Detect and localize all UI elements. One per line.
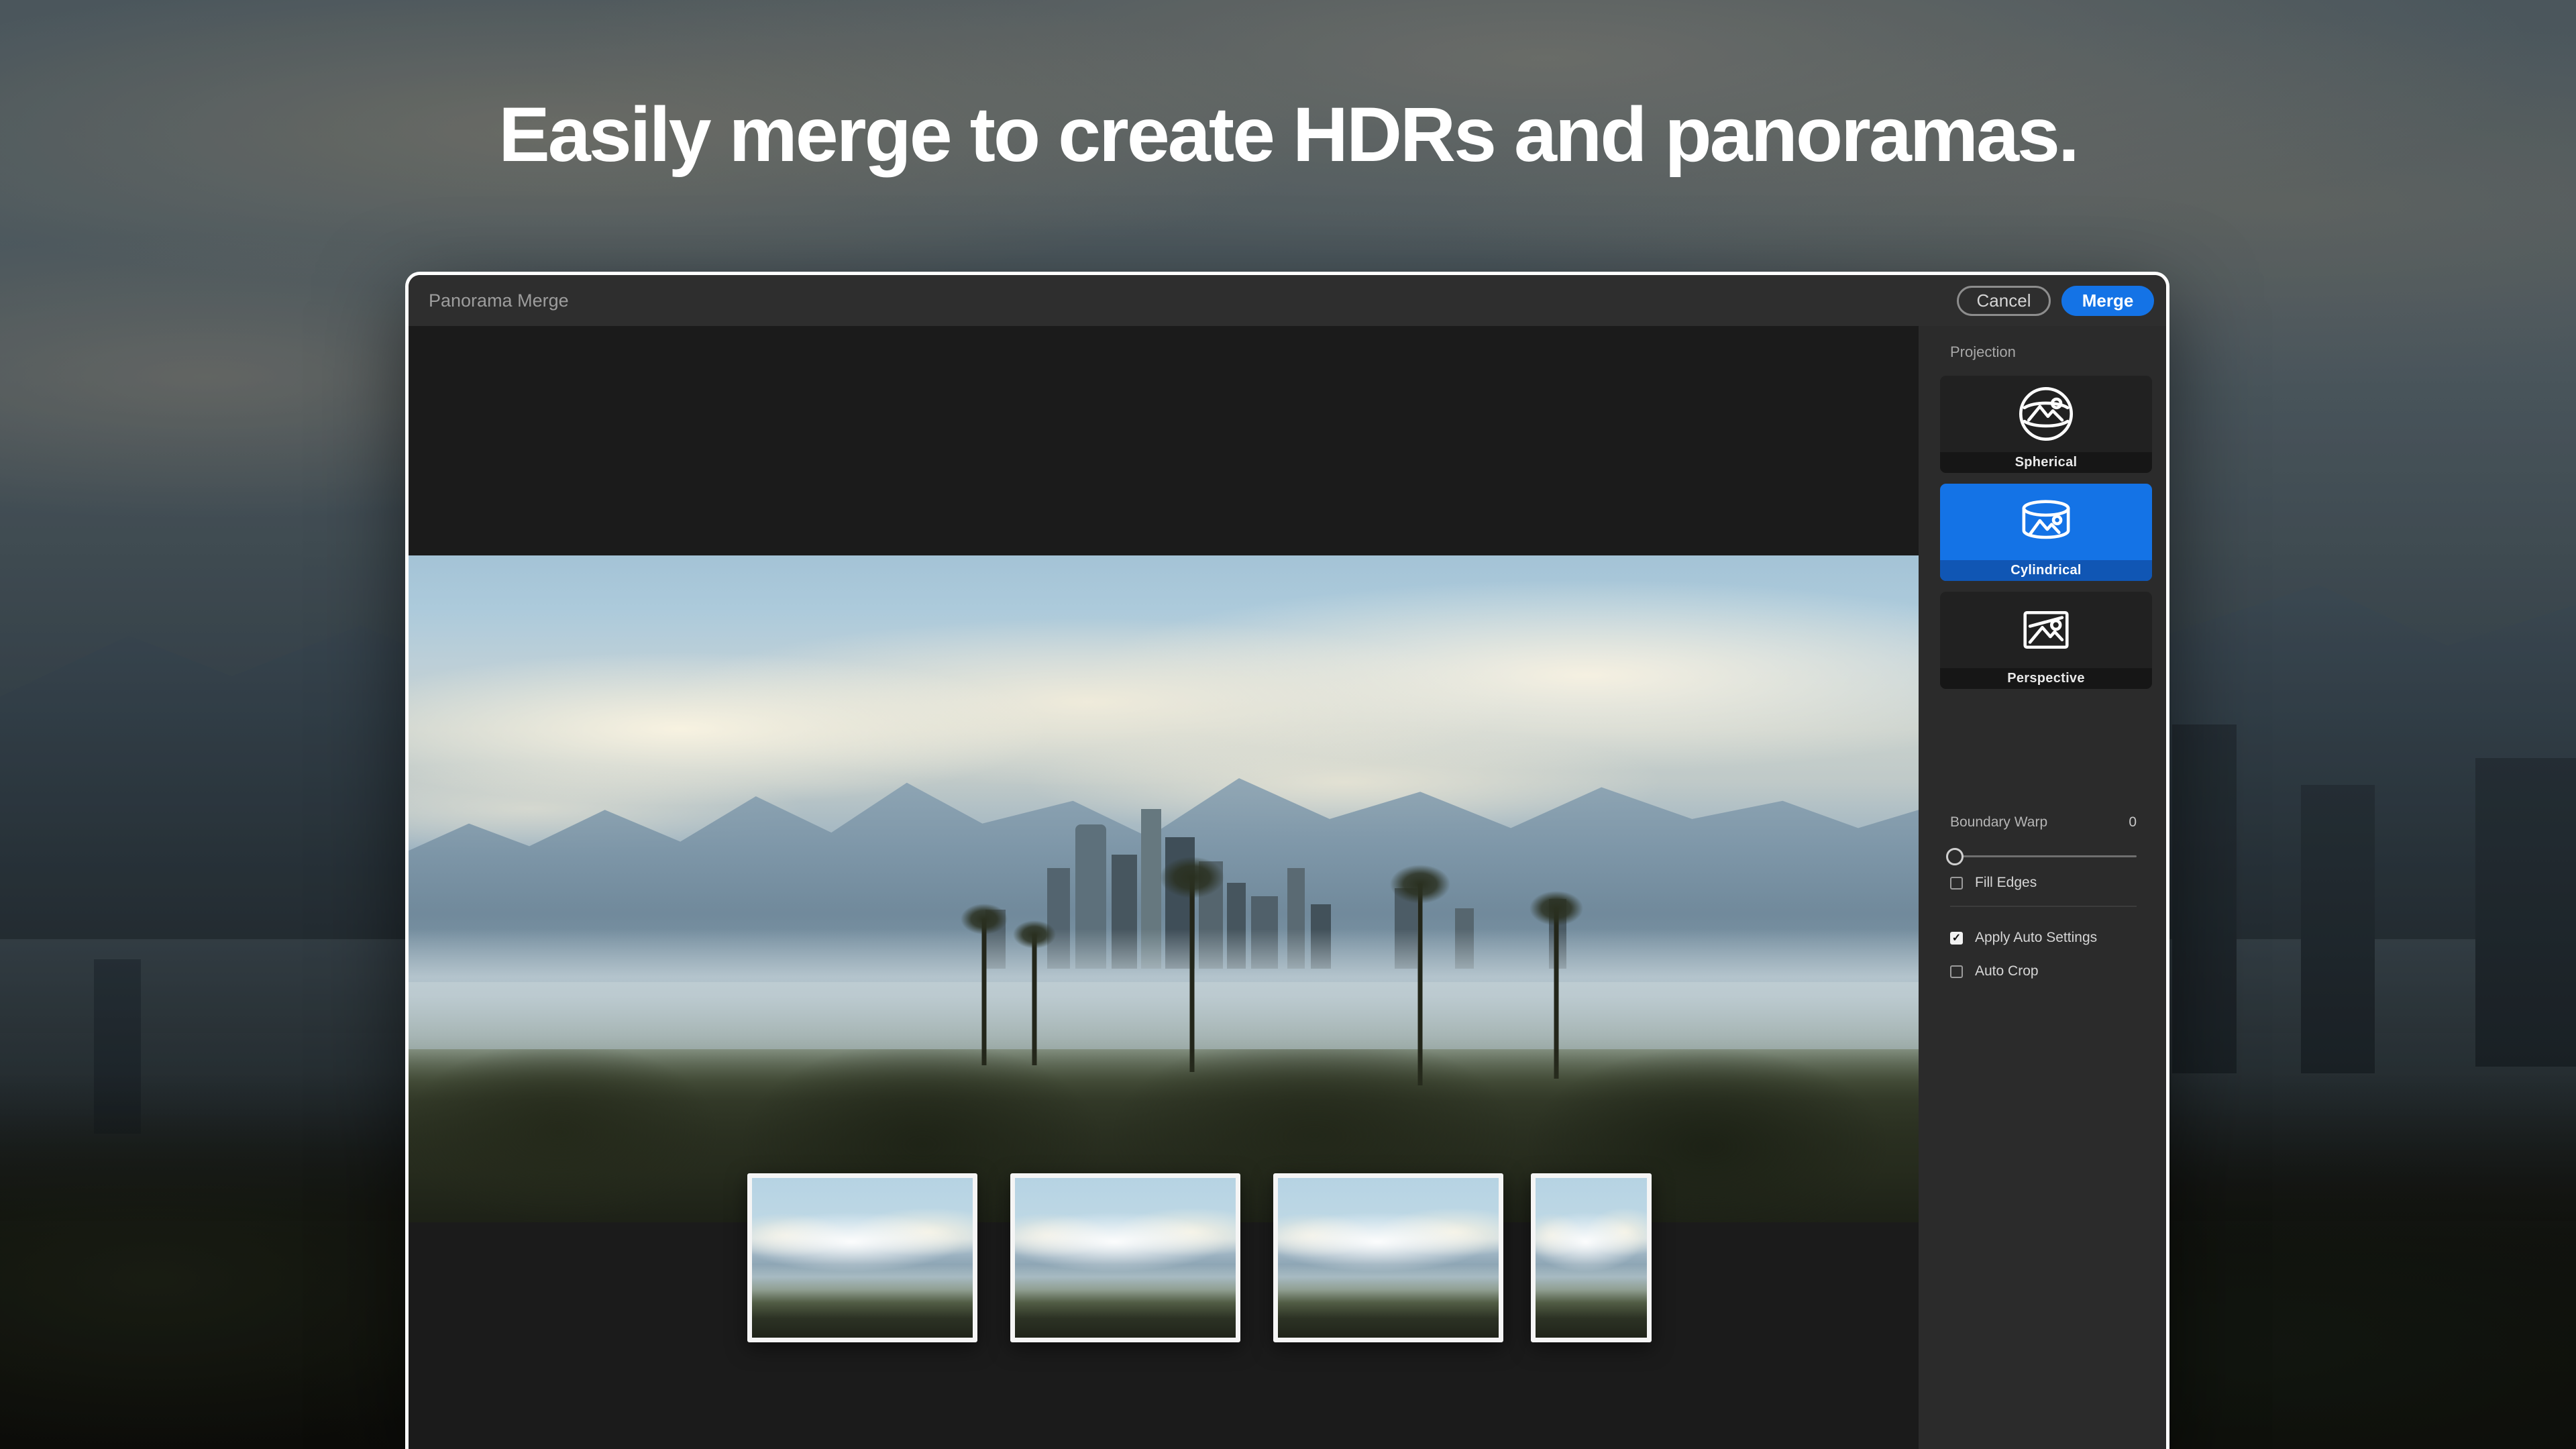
checkbox-label: Auto Crop <box>1975 963 2039 979</box>
projection-options: Spherical Cylindrical <box>1940 376 2152 689</box>
palm-tree <box>964 904 1004 1065</box>
perspective-projection-icon <box>1940 592 2152 668</box>
projection-option-label: Perspective <box>1940 668 2152 689</box>
preview-haze <box>409 929 1919 1049</box>
source-thumbnail-2-image <box>1015 1178 1236 1338</box>
apply-auto-settings-checkbox[interactable]: ✓ Apply Auto Settings <box>1950 930 2097 946</box>
dialog-title: Panorama Merge <box>429 290 569 311</box>
source-thumbnail-3-image <box>1278 1178 1499 1338</box>
merge-button[interactable]: Merge <box>2061 286 2154 316</box>
projection-option-label: Spherical <box>1940 452 2152 473</box>
projection-option-perspective[interactable]: Perspective <box>1940 592 2152 689</box>
spherical-projection-icon <box>1940 376 2152 452</box>
checkbox-box[interactable]: ✓ <box>1950 932 1963 945</box>
boundary-warp-row: Boundary Warp 0 <box>1950 814 2137 830</box>
fill-edges-checkbox[interactable]: ✓ Fill Edges <box>1950 875 2037 891</box>
page-headline: Easily merge to create HDRs and panorama… <box>0 93 2576 178</box>
source-thumbnail-4[interactable] <box>1531 1173 1652 1342</box>
preview-canvas <box>409 326 1919 1449</box>
settings-panel: Projection Spherical <box>1919 326 2166 1449</box>
cylindrical-projection-icon <box>1940 484 2152 560</box>
boundary-warp-slider[interactable] <box>1950 848 2137 865</box>
boundary-warp-value: 0 <box>2129 814 2137 830</box>
checkbox-label: Apply Auto Settings <box>1975 930 2097 946</box>
palm-tree <box>1016 921 1053 1065</box>
projection-option-cylindrical[interactable]: Cylindrical <box>1940 484 2152 581</box>
dialog-titlebar: Panorama Merge Cancel Merge <box>409 275 2166 326</box>
palm-tree <box>1165 857 1219 1072</box>
dialog-actions: Cancel Merge <box>1957 286 2154 316</box>
slider-knob[interactable] <box>1946 848 1964 865</box>
panel-divider <box>1950 906 2137 907</box>
auto-crop-checkbox[interactable]: ✓ Auto Crop <box>1950 963 2039 979</box>
source-thumbnail-2[interactable] <box>1010 1173 1240 1342</box>
panorama-preview <box>409 555 1919 1222</box>
source-thumbnail-4-image <box>1536 1178 1647 1338</box>
panorama-merge-dialog: Panorama Merge Cancel Merge <box>405 272 2169 1449</box>
source-thumbnail-1[interactable] <box>747 1173 977 1342</box>
slider-track[interactable] <box>1950 855 2137 857</box>
projection-option-label: Cylindrical <box>1940 560 2152 581</box>
checkbox-label: Fill Edges <box>1975 875 2037 891</box>
cancel-button[interactable]: Cancel <box>1957 286 2051 316</box>
projection-section-label: Projection <box>1950 343 2166 361</box>
checkbox-box[interactable]: ✓ <box>1950 877 1963 890</box>
source-thumbnail-1-image <box>752 1178 973 1338</box>
projection-option-spherical[interactable]: Spherical <box>1940 376 2152 473</box>
checkbox-box[interactable]: ✓ <box>1950 965 1963 978</box>
source-thumbnail-3[interactable] <box>1273 1173 1503 1342</box>
boundary-warp-label: Boundary Warp <box>1950 814 2047 830</box>
